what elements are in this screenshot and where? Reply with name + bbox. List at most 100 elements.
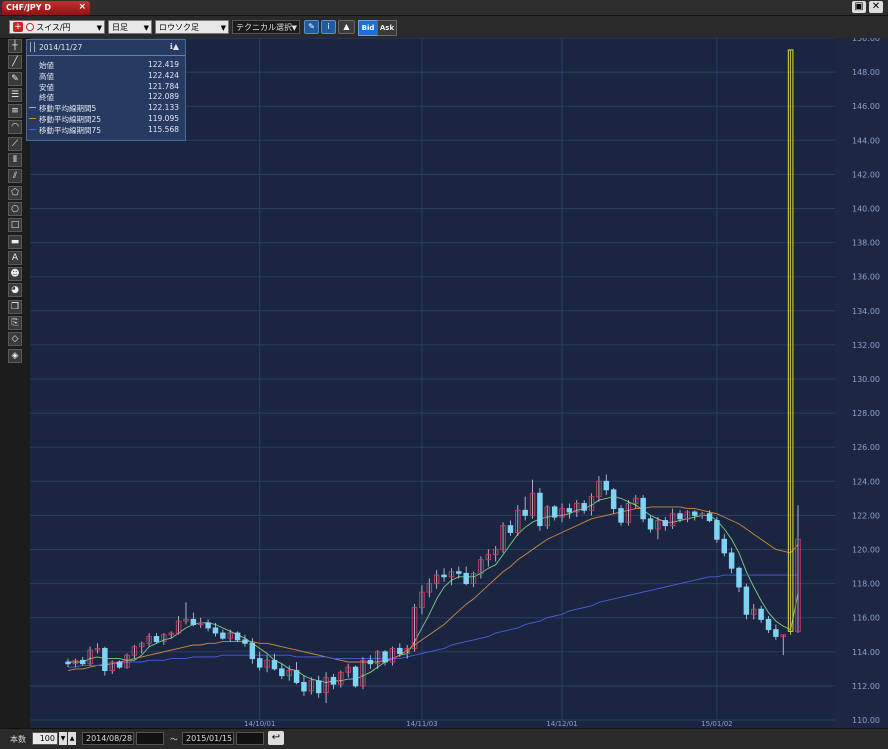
trendline-icon[interactable]: ╱ [8, 55, 22, 70]
chart-tab[interactable]: CHF/JPY D × [2, 1, 90, 15]
record-icon [25, 22, 34, 31]
info-row: 移動平均線期間75 115.568 [29, 125, 179, 135]
candle-body [640, 497, 646, 520]
horizontal-lines-icon[interactable]: ☰ [8, 87, 22, 102]
y-tick-label: 124.00 [852, 477, 880, 486]
y-tick-label: 142.00 [852, 170, 880, 179]
candle-body [677, 513, 683, 520]
tab-close-icon[interactable]: × [78, 2, 86, 12]
arc-icon[interactable]: ◠ [8, 120, 22, 135]
rectangle-icon[interactable]: □ [8, 218, 22, 233]
candle-body [249, 642, 256, 660]
info-drag-handle[interactable] [30, 42, 35, 52]
info-label: 高値 [39, 71, 54, 81]
info-value: 119.095 [147, 114, 179, 123]
x-tick-label: 14/10/01 [244, 720, 275, 728]
candle-body [367, 659, 374, 665]
y-tick-label: 138.00 [852, 239, 880, 248]
candle-body [618, 508, 624, 523]
x-tick-label: 14/11/03 [406, 720, 437, 728]
text-icon[interactable]: A [8, 250, 22, 265]
candle-body [692, 511, 698, 516]
crosshair-icon[interactable]: ┼ [8, 39, 22, 53]
technical-select[interactable]: テクニカル選択 ▼ [232, 20, 300, 34]
info-row: 移動平均線期間25 119.095 [29, 114, 179, 124]
fibonacci-icon[interactable]: ≡ [8, 104, 22, 119]
candle-body [271, 659, 278, 670]
area-chart-button[interactable]: ▲ [338, 20, 355, 34]
info-row: 移動平均線期間5 122.133 [29, 103, 179, 113]
y-tick-label: 128.00 [852, 409, 880, 418]
ma-swatch [29, 128, 36, 130]
face-icon[interactable]: ☻ [8, 267, 22, 282]
candle-body [522, 509, 528, 516]
info-row: 終値 122.089 [39, 92, 179, 102]
count-label: 本数 [10, 735, 26, 744]
y-tick-label: 122.00 [852, 511, 880, 520]
copy-icon[interactable]: ❐ [8, 299, 22, 314]
info-toggle-icon[interactable]: ℹ▲ [170, 42, 179, 51]
chevron-down-icon: ▼ [291, 24, 297, 32]
chart-style-select[interactable]: ロウソク足 ▼ [155, 20, 229, 34]
candle-body [773, 629, 779, 637]
timeframe-select[interactable]: 日足 ▼ [108, 20, 152, 34]
vertical-lines-icon[interactable]: ⦀ [8, 153, 22, 168]
candle-body [315, 680, 322, 694]
candle-body [293, 670, 300, 683]
count-up-icon[interactable]: ▲ [68, 732, 76, 745]
y-tick-label: 112.00 [852, 682, 880, 691]
circle-icon[interactable]: ○ [8, 201, 22, 216]
info-row: 始値 122.419 [39, 60, 179, 70]
candle-body [116, 661, 123, 668]
candle-body [736, 567, 742, 588]
paste-icon[interactable]: ⎘ [8, 316, 22, 331]
fan-icon[interactable]: ⟋ [8, 136, 22, 151]
eraser-icon[interactable]: ◇ [8, 332, 22, 347]
erase-all-icon[interactable]: ◈ [8, 348, 22, 363]
candle-body [551, 506, 558, 518]
title-bar: CHF/JPY D × ▣ ✕ [0, 0, 888, 16]
candle-body [441, 574, 447, 578]
draw-pen-button[interactable]: ✎ [304, 20, 319, 34]
y-tick-label: 150.00 [852, 38, 880, 43]
technical-value: テクニカル選択 [236, 23, 292, 32]
channel-icon[interactable]: ⫽ [8, 169, 22, 184]
info-value: 122.419 [147, 60, 179, 69]
chart-style-value: ロウソク足 [159, 23, 199, 32]
return-icon[interactable]: ↩ [268, 731, 284, 745]
add-icon[interactable]: + [13, 21, 23, 32]
close-window-button[interactable]: ✕ [869, 1, 883, 13]
trading-chart-window: CHF/JPY D × ▣ ✕ + スイス/円 ▼ 日足 ▼ ロウソク足 ▼ テ… [0, 0, 888, 749]
stamp-icon[interactable]: ◕ [8, 283, 22, 298]
from-date-input[interactable]: 2014/08/28 [82, 732, 134, 745]
candlestick-chart[interactable]: 110.00 112.00 114.00 116.00 118.00 120.00 122.… [30, 38, 888, 728]
info-label: 終値 [39, 93, 54, 103]
currency-pair-select[interactable]: + スイス/円 ▼ [9, 20, 105, 34]
ask-button[interactable]: Ask [377, 20, 397, 36]
ruler-icon[interactable]: ✎ [8, 71, 22, 86]
count-down-icon[interactable]: ▼ [59, 732, 67, 745]
bid-button[interactable]: Bid [358, 20, 378, 36]
to-time-input[interactable] [236, 732, 264, 745]
bar-count-input[interactable]: 100 [32, 732, 58, 745]
to-date-input[interactable]: 2015/01/15 [182, 732, 234, 745]
candle-body [279, 668, 285, 677]
divider [27, 55, 185, 56]
from-time-input[interactable] [136, 732, 164, 745]
candle-body [743, 586, 750, 615]
candle-body [190, 618, 197, 625]
pen-icon: ✎ [308, 22, 315, 31]
range-separator: 〜 [170, 735, 178, 744]
candle-body [153, 636, 160, 643]
candle-body [507, 525, 514, 533]
chart-area[interactable]: 110.00 112.00 114.00 116.00 118.00 120.00 122.… [30, 38, 888, 728]
restore-window-button[interactable]: ▣ [852, 1, 866, 13]
area-chart-icon: ▲ [343, 22, 350, 31]
x-tick-label: 14/12/01 [546, 720, 577, 728]
y-tick-label: 114.00 [852, 648, 880, 657]
candle-body [758, 608, 764, 620]
candle-body [301, 682, 307, 692]
pentagon-icon[interactable]: ⬠ [8, 185, 22, 200]
info-button[interactable]: i [321, 20, 336, 34]
hline-icon[interactable]: ▬ [8, 234, 22, 249]
